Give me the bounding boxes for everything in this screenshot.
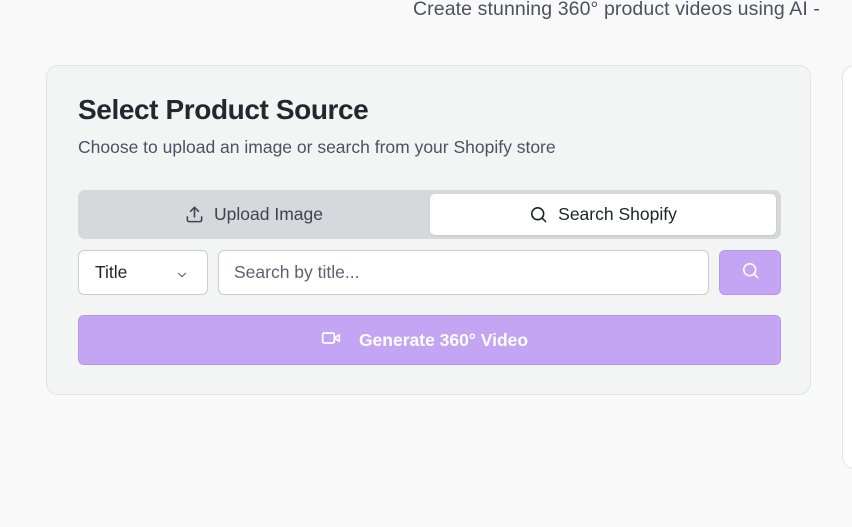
card-title: Select Product Source — [78, 94, 369, 125]
generate-video-button[interactable]: Generate 360° Video — [78, 315, 781, 365]
chevron-down-icon — [175, 266, 189, 287]
tab-upload-image[interactable]: Upload Image — [82, 194, 426, 235]
search-input[interactable] — [218, 250, 709, 295]
search-icon — [529, 205, 548, 224]
generate-label: Generate 360° Video — [358, 329, 529, 350]
tab-search-shopify[interactable]: Search Shopify — [430, 194, 776, 235]
preview-card — [842, 65, 852, 469]
tab-shopify-label: Search Shopify — [558, 204, 677, 224]
card-description: Choose to upload an image or search from… — [78, 137, 556, 157]
search-button[interactable] — [719, 250, 781, 295]
video-icon — [321, 328, 341, 353]
tab-upload-label: Upload Image — [214, 204, 323, 224]
search-icon — [741, 261, 760, 285]
select-value: Title — [95, 262, 128, 282]
search-field-select[interactable]: Title — [78, 250, 208, 295]
source-tabs: Upload Image Search Shopify — [78, 190, 781, 239]
upload-icon — [185, 205, 204, 224]
product-source-card: Select Product Source Choose to upload a… — [46, 65, 811, 395]
page-subtitle: Create stunning 360° product videos usin… — [413, 0, 820, 20]
